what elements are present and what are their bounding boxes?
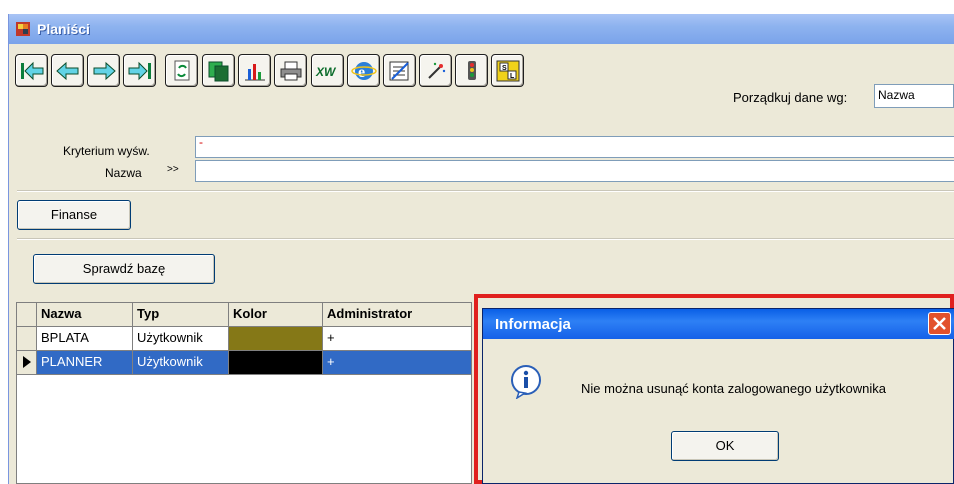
name-filter-operator[interactable]: >> — [167, 164, 179, 175]
refresh-icon — [174, 60, 190, 81]
information-dialog: Informacja Nie można usunąć konta zalogo… — [482, 308, 954, 484]
chart-icon — [245, 64, 265, 81]
check-database-button[interactable]: Sprawdź bazę — [33, 254, 215, 284]
row-indicator — [17, 327, 37, 351]
export-excel-button[interactable]: XW — [311, 54, 344, 87]
first-record-icon — [21, 61, 44, 81]
info-icon — [511, 365, 541, 399]
column-header-kolor[interactable]: Kolor — [229, 303, 323, 327]
dialog-title: Informacja — [495, 316, 571, 333]
traffic-light-button[interactable] — [455, 54, 488, 87]
cell-administrator[interactable]: + — [323, 327, 471, 351]
wand-icon — [428, 62, 446, 79]
refresh-button[interactable] — [165, 54, 198, 87]
column-header-typ[interactable]: Typ — [133, 303, 229, 327]
cell-nazwa[interactable]: PLANNER — [37, 351, 133, 375]
ok-button[interactable]: OK — [671, 431, 779, 461]
copy-icon — [208, 61, 229, 82]
cell-typ[interactable]: Użytkownik — [133, 351, 229, 375]
edit-list-button[interactable] — [383, 54, 416, 87]
criterion-input[interactable]: - — [195, 136, 954, 158]
close-icon — [933, 317, 946, 330]
dialog-message: Nie można usunąć konta zalogowanego użyt… — [581, 381, 886, 396]
dialog-close-button[interactable] — [928, 312, 951, 335]
previous-record-icon — [56, 61, 79, 81]
sort-select[interactable]: Nazwa — [874, 84, 954, 108]
cell-nazwa[interactable]: BPLATA — [37, 327, 133, 351]
finance-button[interactable]: Finanse — [17, 200, 131, 230]
next-record-button[interactable] — [87, 54, 120, 87]
sql-icon: SL — [496, 60, 520, 82]
divider — [17, 238, 954, 240]
users-grid: Nazwa Typ Kolor Administrator BPLATA Uży… — [16, 302, 472, 484]
cell-kolor[interactable] — [229, 327, 323, 351]
cell-typ[interactable]: Użytkownik — [133, 327, 229, 351]
last-record-icon — [128, 61, 151, 81]
name-filter-input[interactable] — [195, 160, 954, 182]
criterion-label: Kryterium wyśw. — [63, 144, 150, 158]
print-icon — [280, 61, 302, 81]
dialog-title-bar: Informacja — [483, 309, 954, 339]
sort-label: Porządkuj dane wg: — [733, 90, 848, 105]
next-record-icon — [93, 61, 116, 81]
internet-explorer-button[interactable]: e — [347, 54, 380, 87]
traffic-light-icon — [468, 61, 476, 80]
internet-explorer-icon: e — [351, 62, 377, 81]
previous-record-button[interactable] — [51, 54, 84, 87]
row-indicator-header — [17, 303, 37, 327]
cell-kolor[interactable] — [229, 351, 323, 375]
name-filter-label: Nazwa — [105, 166, 142, 180]
first-record-button[interactable] — [15, 54, 48, 87]
divider — [17, 190, 954, 192]
svg-text:L: L — [510, 73, 515, 80]
copy-button[interactable] — [202, 54, 235, 87]
app-icon — [16, 22, 30, 36]
last-record-button[interactable] — [123, 54, 156, 87]
chart-button[interactable] — [238, 54, 271, 87]
row-indicator — [17, 351, 37, 375]
export-excel-icon: XW — [315, 65, 337, 79]
print-button[interactable] — [274, 54, 307, 87]
column-header-nazwa[interactable]: Nazwa — [37, 303, 133, 327]
svg-text:XW: XW — [315, 65, 337, 79]
cell-administrator[interactable]: + — [323, 351, 471, 375]
current-row-arrow-icon — [23, 356, 31, 368]
title-bar: Planiści — [9, 14, 954, 44]
svg-text:S: S — [502, 65, 507, 72]
window-title: Planiści — [37, 21, 90, 37]
wand-button[interactable] — [419, 54, 452, 87]
sql-button[interactable]: SL — [491, 54, 524, 87]
edit-list-icon — [389, 61, 409, 81]
column-header-administrator[interactable]: Administrator — [323, 303, 471, 327]
